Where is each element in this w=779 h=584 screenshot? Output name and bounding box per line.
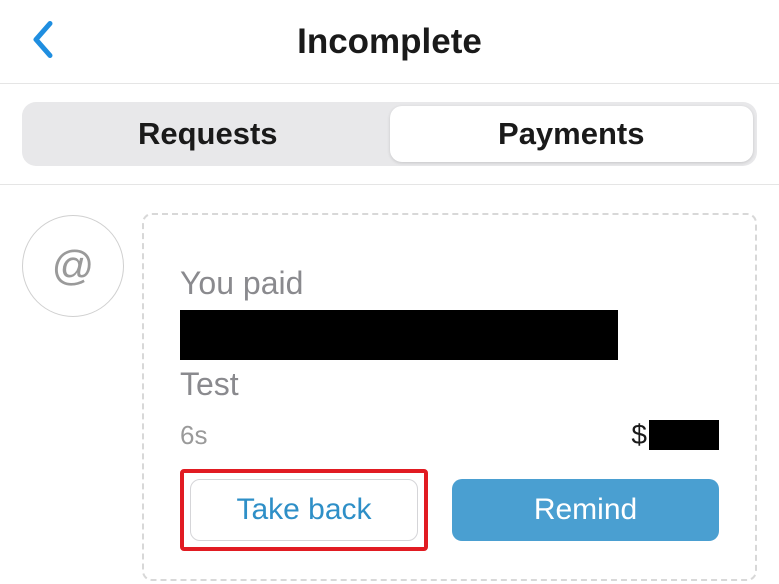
- header: Incomplete: [0, 0, 779, 84]
- amount-redacted: [649, 420, 719, 450]
- take-back-highlight: Take back: [180, 469, 428, 551]
- remind-button[interactable]: Remind: [452, 479, 719, 541]
- action-buttons: Take back Remind: [180, 469, 719, 551]
- transaction-amount: $: [631, 419, 719, 451]
- currency-symbol: $: [631, 419, 647, 451]
- transaction-timestamp: 6s: [180, 420, 207, 451]
- transaction-memo: Test: [180, 366, 719, 403]
- segmented-control: Requests Payments: [22, 102, 757, 166]
- transaction-card: You paid Test 6s $ Take back Remind: [142, 213, 757, 581]
- transaction-meta-row: 6s $: [180, 419, 719, 451]
- recipient-redacted: [180, 310, 618, 360]
- paid-label: You paid: [180, 265, 719, 302]
- tab-payments[interactable]: Payments: [390, 106, 754, 162]
- back-icon[interactable]: [30, 19, 54, 64]
- avatar[interactable]: @: [22, 215, 124, 317]
- take-back-button[interactable]: Take back: [190, 479, 418, 541]
- avatar-placeholder-icon: @: [52, 242, 95, 290]
- tab-requests[interactable]: Requests: [26, 106, 390, 162]
- page-title: Incomplete: [28, 22, 751, 62]
- tabs-container: Requests Payments: [0, 84, 779, 185]
- content-area: @ You paid Test 6s $ Take back Remind: [0, 185, 779, 581]
